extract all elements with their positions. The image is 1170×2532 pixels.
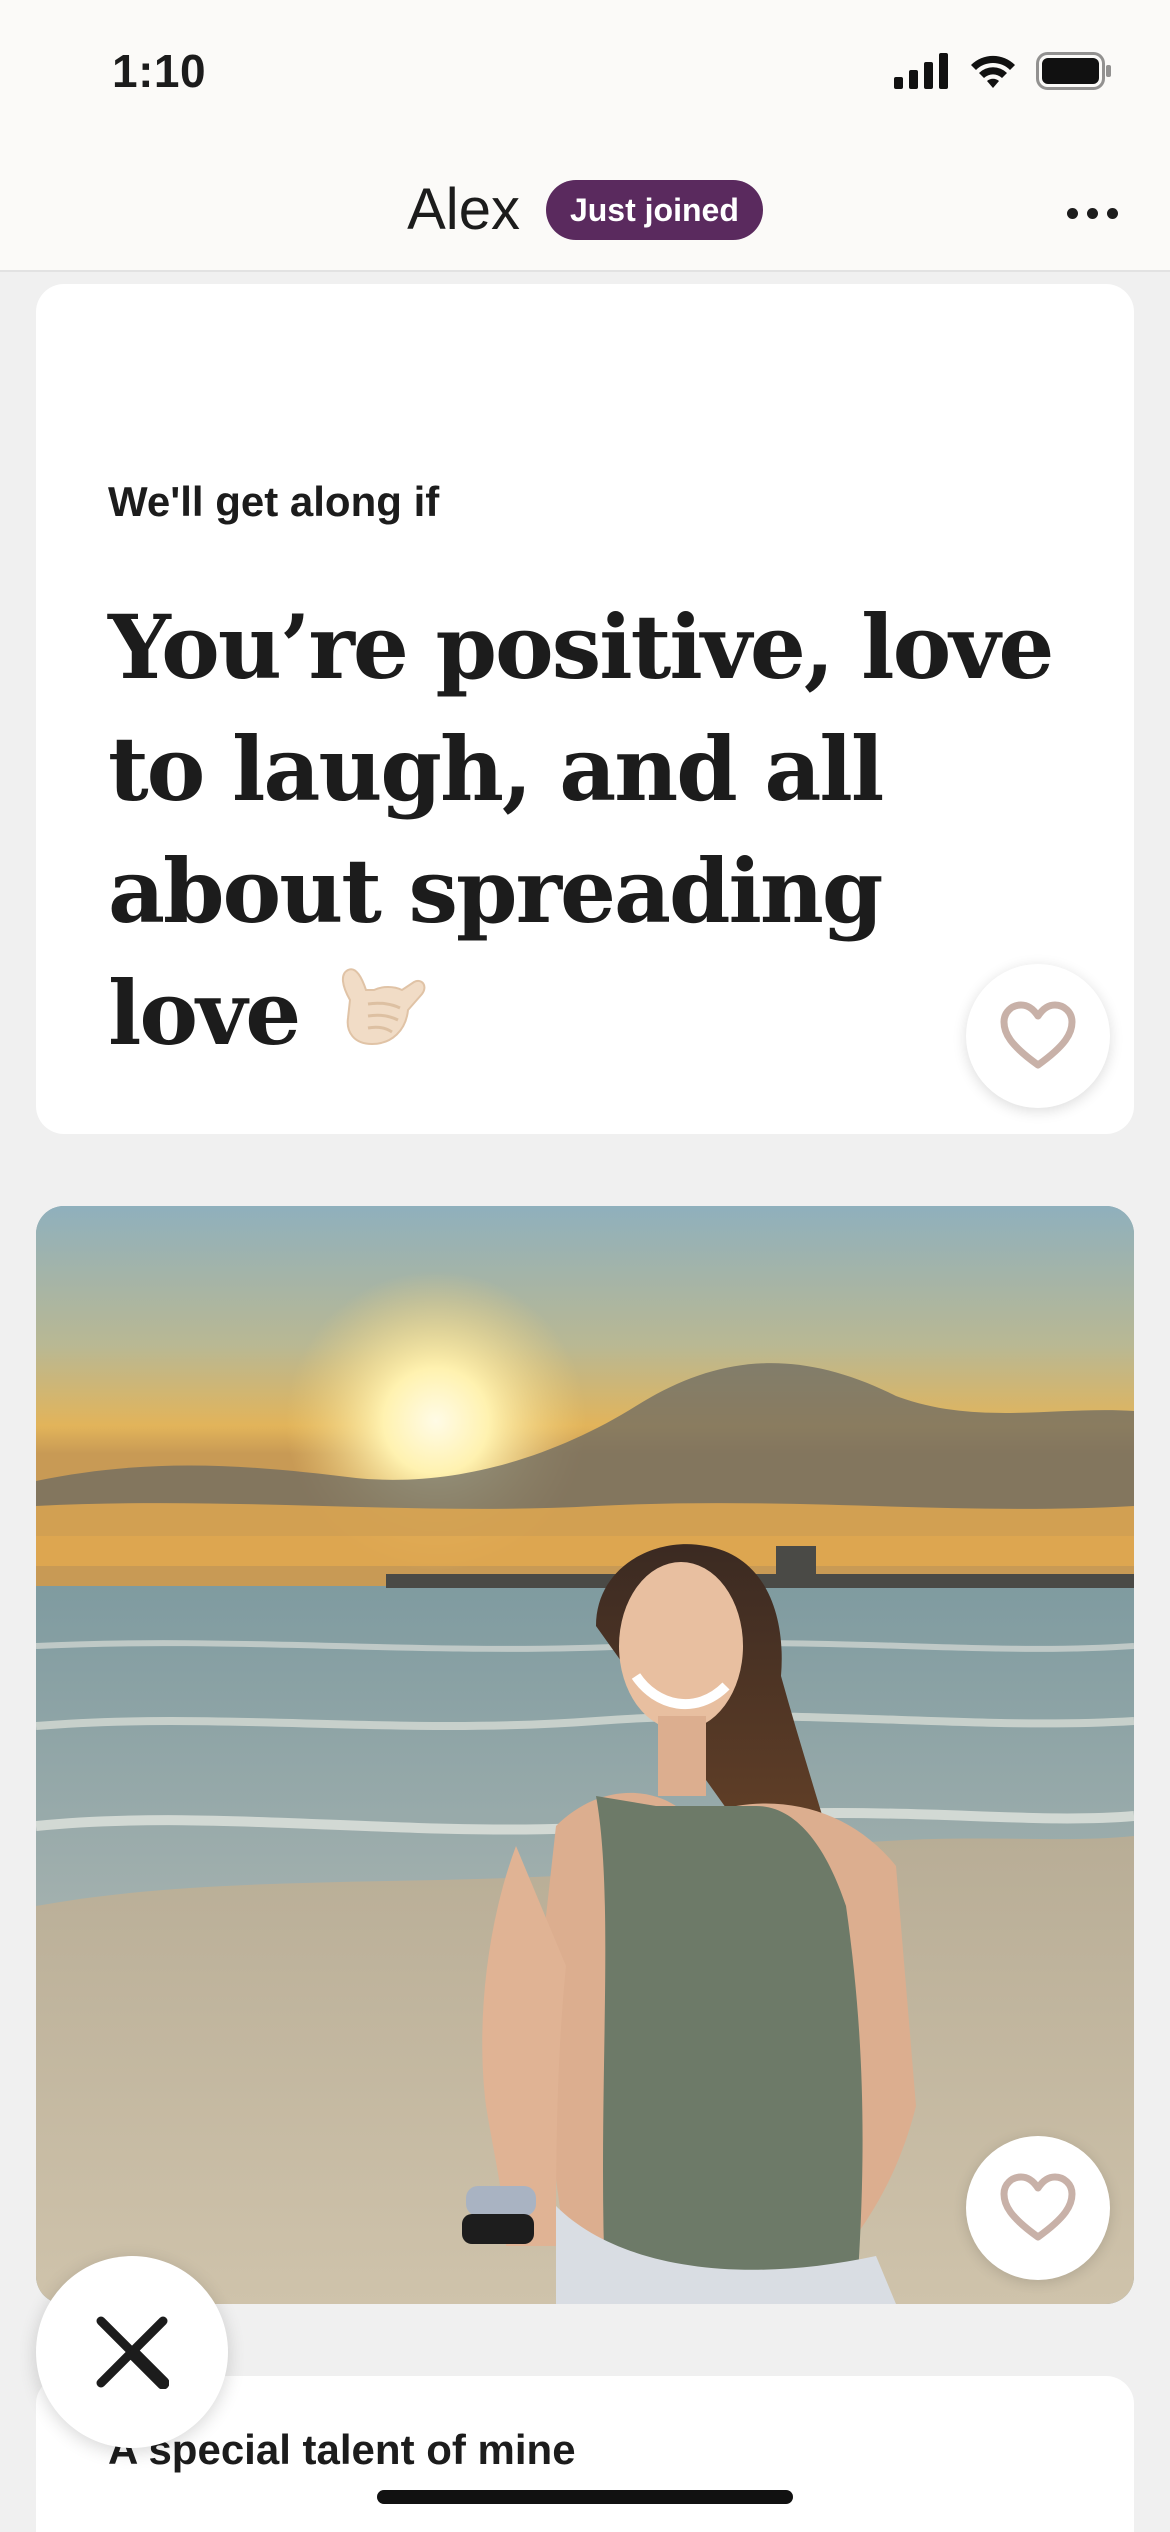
profile-photo [36,1206,1134,2304]
call-me-hand-emoji [341,968,426,1046]
profile-screen: 1:10 Alex Just joined We'll get along if… [0,0,1170,2532]
profile-photo-card[interactable] [36,1206,1134,2304]
like-photo-button[interactable] [966,2136,1110,2280]
profile-header: Alex Just joined [0,150,1170,272]
profile-name: Alex [407,177,520,242]
heart-outline-icon [1000,2173,1076,2241]
status-icons [894,52,1112,90]
battery-icon [1036,52,1111,90]
prompt-question: We'll get along if [108,478,440,525]
just-joined-badge: Just joined [545,179,763,240]
prompt-answer: You’re positive, love to laugh, and all … [108,586,1088,1074]
more-dot [1086,207,1098,219]
heart-outline-icon [1000,1001,1076,1069]
header-title-group: Alex Just joined [0,176,1170,243]
like-prompt-button[interactable] [966,964,1110,1108]
more-options-button[interactable] [1054,188,1130,238]
wifi-icon [971,55,1015,88]
prompt-card: We'll get along if You’re positive, love… [36,284,1134,1134]
more-horizontal-icon [1066,207,1078,219]
more-dot [1106,207,1118,219]
status-time: 1:10 [112,45,207,97]
skip-button[interactable] [36,2256,228,2448]
close-icon [96,2316,169,2389]
prompt-answer-text: You’re positive, love to laugh, and all … [108,595,1054,1065]
home-indicator[interactable] [377,2490,793,2504]
status-bar: 1:10 [0,0,1170,150]
cellular-signal-icon [894,53,948,89]
